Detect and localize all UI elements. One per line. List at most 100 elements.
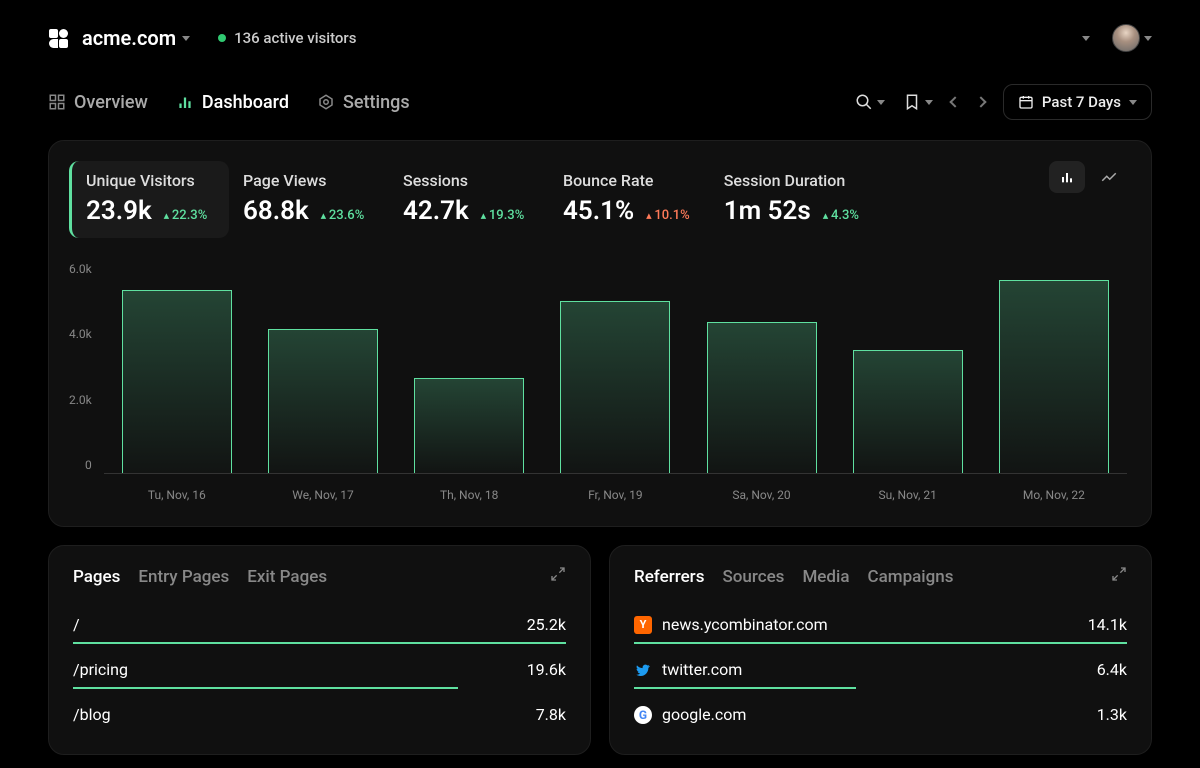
metric-page-views[interactable]: Page Views 68.8k 23.6% (229, 161, 389, 238)
chevron-left-icon (949, 96, 960, 107)
tab-referrers[interactable]: Referrers (634, 567, 704, 587)
favicon-twitter (634, 661, 652, 679)
status-dot-icon (218, 34, 226, 42)
metric-bounce-rate[interactable]: Bounce Rate 45.1% 10.1% (549, 161, 710, 238)
date-prev-button[interactable] (951, 98, 959, 106)
expand-button[interactable] (1111, 566, 1127, 587)
chart-x-axis: Tu, Nov, 16We, Nov, 17Th, Nov, 18Fr, Nov… (104, 488, 1127, 502)
list-item[interactable]: twitter.com 6.4k (634, 652, 1127, 689)
bookmark-button[interactable] (903, 93, 933, 111)
metric-value: 23.9k (86, 196, 152, 226)
avatar (1112, 24, 1140, 52)
grid-icon (48, 93, 66, 111)
referrer-name: news.ycombinator.com (662, 615, 828, 634)
bars-icon (176, 93, 194, 111)
chart-bar[interactable] (268, 329, 378, 473)
chart-bars (104, 262, 1127, 474)
referrer-value: 14.1k (1088, 615, 1127, 634)
metric-delta: 4.3% (823, 208, 859, 223)
active-visitors-pill[interactable]: 136 active visitors (218, 29, 356, 47)
list-item[interactable]: /25.2k (73, 607, 566, 644)
chart-x-label: Sa, Nov, 20 (707, 488, 817, 502)
metric-value: 42.7k (403, 196, 469, 226)
tab-sources[interactable]: Sources (722, 567, 784, 587)
chevron-down-icon (1082, 36, 1090, 41)
user-menu[interactable] (1112, 24, 1152, 52)
metric-label: Sessions (403, 171, 529, 190)
page-path: /blog (73, 705, 111, 724)
chart-type-line-button[interactable] (1091, 161, 1127, 193)
bookmark-icon (903, 93, 921, 111)
date-range-text: Past 7 Days (1042, 93, 1121, 111)
metric-label: Unique Visitors (86, 171, 209, 190)
nav-overview[interactable]: Overview (48, 92, 148, 113)
expand-button[interactable] (550, 566, 566, 587)
chart-bar[interactable] (999, 280, 1109, 473)
chart-x-label: Su, Nov, 21 (853, 488, 963, 502)
nav-settings[interactable]: Settings (317, 92, 410, 113)
chart-bar[interactable] (414, 378, 524, 473)
page-value: 19.6k (527, 660, 566, 679)
metric-delta: 10.1% (646, 208, 690, 223)
metric-delta: 19.3% (481, 208, 525, 223)
metric-value: 45.1% (563, 196, 634, 226)
metric-label: Page Views (243, 171, 369, 190)
chart-bar[interactable] (122, 290, 232, 473)
chart-x-label: We, Nov, 17 (268, 488, 378, 502)
referrers-card: Referrers Sources Media Campaigns Ynews.… (609, 545, 1152, 755)
main-chart-card: Unique Visitors 23.9k 22.3% Page Views 6… (48, 140, 1152, 527)
chart-bar[interactable] (560, 301, 670, 473)
list-item[interactable]: /pricing 19.6k (73, 652, 566, 689)
metric-session-duration[interactable]: Session Duration 1m 52s 4.3% (710, 161, 879, 238)
list-item[interactable]: /blog7.8k (73, 697, 566, 734)
chart-y-axis: 6.0k 4.0k 2.0k 0 (69, 262, 104, 472)
chart-x-label: Fr, Nov, 19 (560, 488, 670, 502)
chart-x-label: Tu, Nov, 16 (122, 488, 232, 502)
metric-unique-visitors[interactable]: Unique Visitors 23.9k 22.3% (69, 161, 229, 238)
expand-icon (1111, 566, 1127, 582)
search-button[interactable] (855, 93, 885, 111)
hex-icon (317, 93, 335, 111)
nav-dashboard[interactable]: Dashboard (176, 92, 289, 113)
favicon-yc: Y (634, 616, 652, 634)
chevron-down-icon (877, 100, 885, 105)
metric-label: Session Duration (724, 171, 859, 190)
page-path: / (73, 615, 80, 634)
tab-campaigns[interactable]: Campaigns (868, 567, 954, 587)
tab-pages[interactable]: Pages (73, 567, 120, 587)
list-item[interactable]: Ynews.ycombinator.com 14.1k (634, 607, 1127, 644)
referrer-value: 1.3k (1097, 705, 1127, 724)
metric-value: 68.8k (243, 196, 309, 226)
list-item[interactable]: Ggoogle.com 1.3k (634, 697, 1127, 734)
metrics-row: Unique Visitors 23.9k 22.3% Page Views 6… (69, 161, 1127, 238)
chevron-down-icon (925, 100, 933, 105)
metric-delta: 22.3% (164, 208, 208, 223)
compare-button[interactable] (1078, 36, 1090, 41)
chart-bar[interactable] (707, 322, 817, 473)
referrer-name: google.com (662, 705, 746, 724)
favicon-google: G (634, 706, 652, 724)
tab-entry-pages[interactable]: Entry Pages (138, 567, 229, 587)
metric-sessions[interactable]: Sessions 42.7k 19.3% (389, 161, 549, 238)
chart-area: 6.0k 4.0k 2.0k 0 Tu, Nov, 16We, Nov, 17T… (69, 262, 1127, 502)
chart-bar[interactable] (853, 350, 963, 473)
date-next-button[interactable] (977, 98, 985, 106)
chart-type-bar-button[interactable] (1049, 161, 1085, 193)
nav-label: Settings (343, 92, 410, 113)
active-visitors-text: 136 active visitors (234, 29, 356, 47)
chevron-down-icon (1129, 100, 1137, 105)
chevron-down-icon (182, 36, 190, 41)
metric-delta: 23.6% (321, 208, 365, 223)
nav-label: Dashboard (202, 92, 289, 113)
tab-exit-pages[interactable]: Exit Pages (247, 567, 327, 587)
date-range-picker[interactable]: Past 7 Days (1003, 84, 1152, 120)
site-switcher[interactable]: acme.com (82, 26, 190, 50)
metric-value: 1m 52s (724, 196, 811, 226)
line-chart-icon (1100, 168, 1118, 186)
referrer-name: twitter.com (662, 660, 742, 679)
referrer-value: 6.4k (1097, 660, 1127, 679)
chevron-down-icon (1144, 36, 1152, 41)
calendar-icon (1018, 94, 1034, 110)
tab-media[interactable]: Media (802, 567, 849, 587)
page-path: /pricing (73, 660, 128, 679)
